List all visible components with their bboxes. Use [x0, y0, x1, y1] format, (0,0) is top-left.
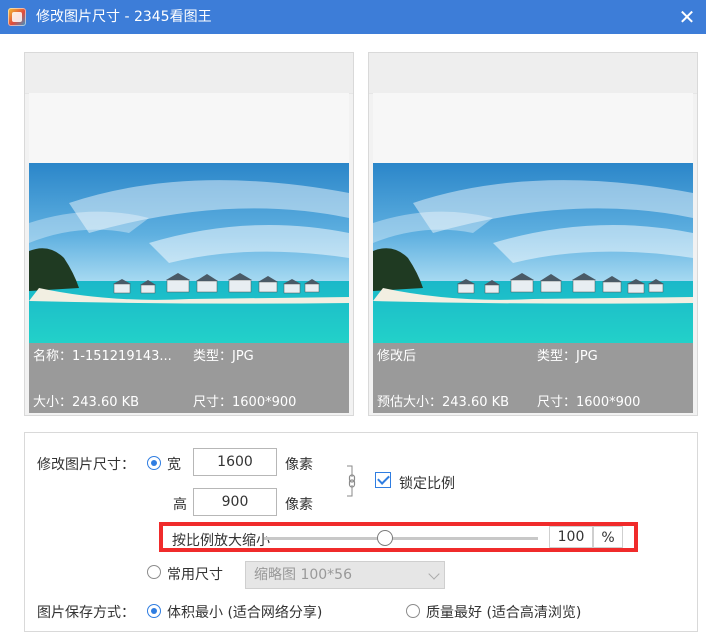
chevron-down-icon — [428, 568, 440, 580]
chain-link-icon[interactable] — [347, 465, 361, 497]
name-label: 修改后 — [377, 349, 417, 364]
dimension-label: 尺寸：1600*900 — [537, 395, 641, 410]
width-input[interactable] — [193, 448, 277, 476]
panel-header — [25, 53, 353, 94]
window-title: 修改图片尺寸 - 2345看图王 — [36, 9, 212, 25]
save-mode-label: 图片保存方式： — [37, 605, 135, 621]
width-unit: 像素 — [285, 457, 313, 473]
close-icon[interactable]: ✕ — [676, 6, 698, 28]
original-info-overlay: 名称：1-151219143... 类型：JPG 大小：243.60 KB 尺寸… — [29, 343, 349, 413]
type-label: 类型：JPG — [537, 349, 598, 364]
resize-settings-panel: 修改图片尺寸： 宽 像素 高 像素 锁定比例 按比例放大缩小 % 常用尺寸 缩略… — [24, 432, 698, 632]
scale-input[interactable] — [549, 526, 593, 548]
scale-label: 按比例放大缩小 — [172, 533, 270, 549]
smallest-size-radio[interactable] — [147, 604, 161, 618]
height-unit: 像素 — [285, 497, 313, 513]
size-label: 大小：243.60 KB — [33, 395, 140, 410]
resize-label: 修改图片尺寸： — [37, 457, 135, 473]
scale-unit: % — [593, 526, 623, 548]
common-size-label: 常用尺寸 — [167, 567, 223, 583]
scale-slider-track[interactable] — [264, 537, 538, 540]
original-image — [29, 163, 349, 343]
height-input[interactable] — [193, 488, 277, 516]
app-logo-icon — [8, 8, 26, 26]
common-size-radio[interactable] — [147, 565, 161, 579]
estimated-size-label: 预估大小：243.60 KB — [377, 395, 510, 410]
title-bar: 修改图片尺寸 - 2345看图王 ✕ — [0, 0, 706, 34]
best-quality-radio[interactable] — [406, 604, 420, 618]
name-label: 名称：1-151219143... — [33, 349, 172, 364]
custom-size-radio[interactable] — [147, 456, 161, 470]
scale-slider-thumb[interactable] — [376, 530, 393, 546]
height-label: 高 — [173, 497, 187, 513]
best-quality-label: 质量最好 (适合高清浏览) — [426, 605, 582, 621]
lock-ratio-checkbox[interactable] — [375, 472, 391, 488]
original-preview-panel: 名称：1-151219143... 类型：JPG 大小：243.60 KB 尺寸… — [24, 52, 354, 416]
modified-preview-panel: 修改后 类型：JPG 预估大小：243.60 KB 尺寸：1600*900 — [368, 52, 698, 416]
smallest-size-label: 体积最小 (适合网络分享) — [167, 605, 323, 621]
modified-image — [373, 163, 693, 343]
type-label: 类型：JPG — [193, 349, 254, 364]
width-label: 宽 — [167, 457, 181, 473]
modified-info-overlay: 修改后 类型：JPG 预估大小：243.60 KB 尺寸：1600*900 — [373, 343, 693, 413]
common-size-select[interactable]: 缩略图 100*56 — [245, 561, 445, 589]
panel-header — [369, 53, 697, 94]
dimension-label: 尺寸：1600*900 — [193, 395, 297, 410]
common-size-value: 缩略图 100*56 — [254, 567, 352, 583]
lock-ratio-label: 锁定比例 — [399, 476, 455, 492]
